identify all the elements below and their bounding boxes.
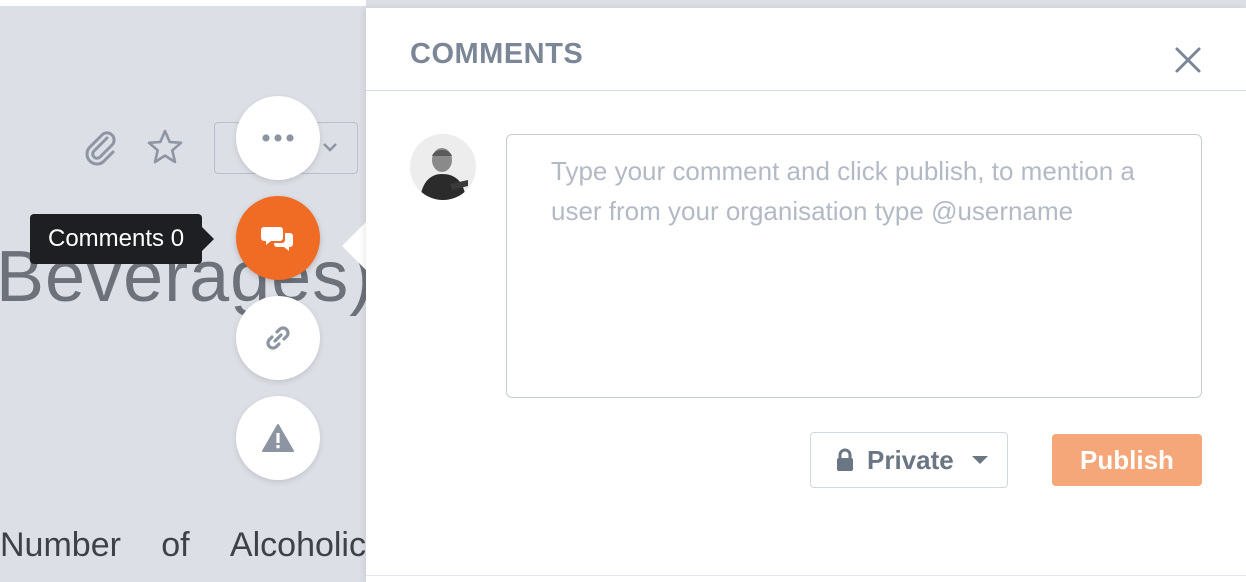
paragraph-word: of (161, 526, 190, 564)
chevron-down-icon (323, 143, 337, 152)
close-icon (1175, 47, 1201, 73)
panel-pointer (342, 220, 368, 272)
comments-panel-header: COMMENTS (366, 8, 1246, 91)
comments-button[interactable] (236, 196, 320, 280)
avatar (410, 134, 476, 200)
background-page: Beverages) Number of Alcoholic (0, 0, 366, 582)
paperclip-icon[interactable] (82, 130, 118, 166)
close-button[interactable] (1170, 42, 1206, 78)
comments-panel: COMMENTS Private Publish (366, 8, 1246, 582)
privacy-label: Private (867, 444, 954, 475)
background-paragraph: Number of Alcoholic (0, 526, 366, 565)
paragraph-word: Number (0, 526, 121, 564)
link-button[interactable] (236, 296, 320, 380)
privacy-dropdown[interactable]: Private (810, 432, 1008, 488)
paragraph-word: Alcoholic (229, 526, 366, 564)
comment-input[interactable] (506, 134, 1202, 398)
publish-button[interactable]: Publish (1052, 434, 1202, 486)
top-divider (0, 0, 366, 6)
warning-icon (262, 424, 294, 452)
more-actions-button[interactable] (236, 96, 320, 180)
panel-bottom-divider (366, 575, 1246, 582)
caret-down-icon (971, 456, 988, 464)
report-button[interactable] (236, 396, 320, 480)
more-icon (262, 134, 294, 142)
panel-title: COMMENTS (410, 38, 584, 70)
link-icon (266, 326, 290, 350)
star-icon[interactable] (146, 128, 184, 166)
lock-icon (837, 448, 853, 471)
comments-icon (261, 227, 293, 251)
comments-tooltip: Comments 0 (30, 214, 215, 264)
